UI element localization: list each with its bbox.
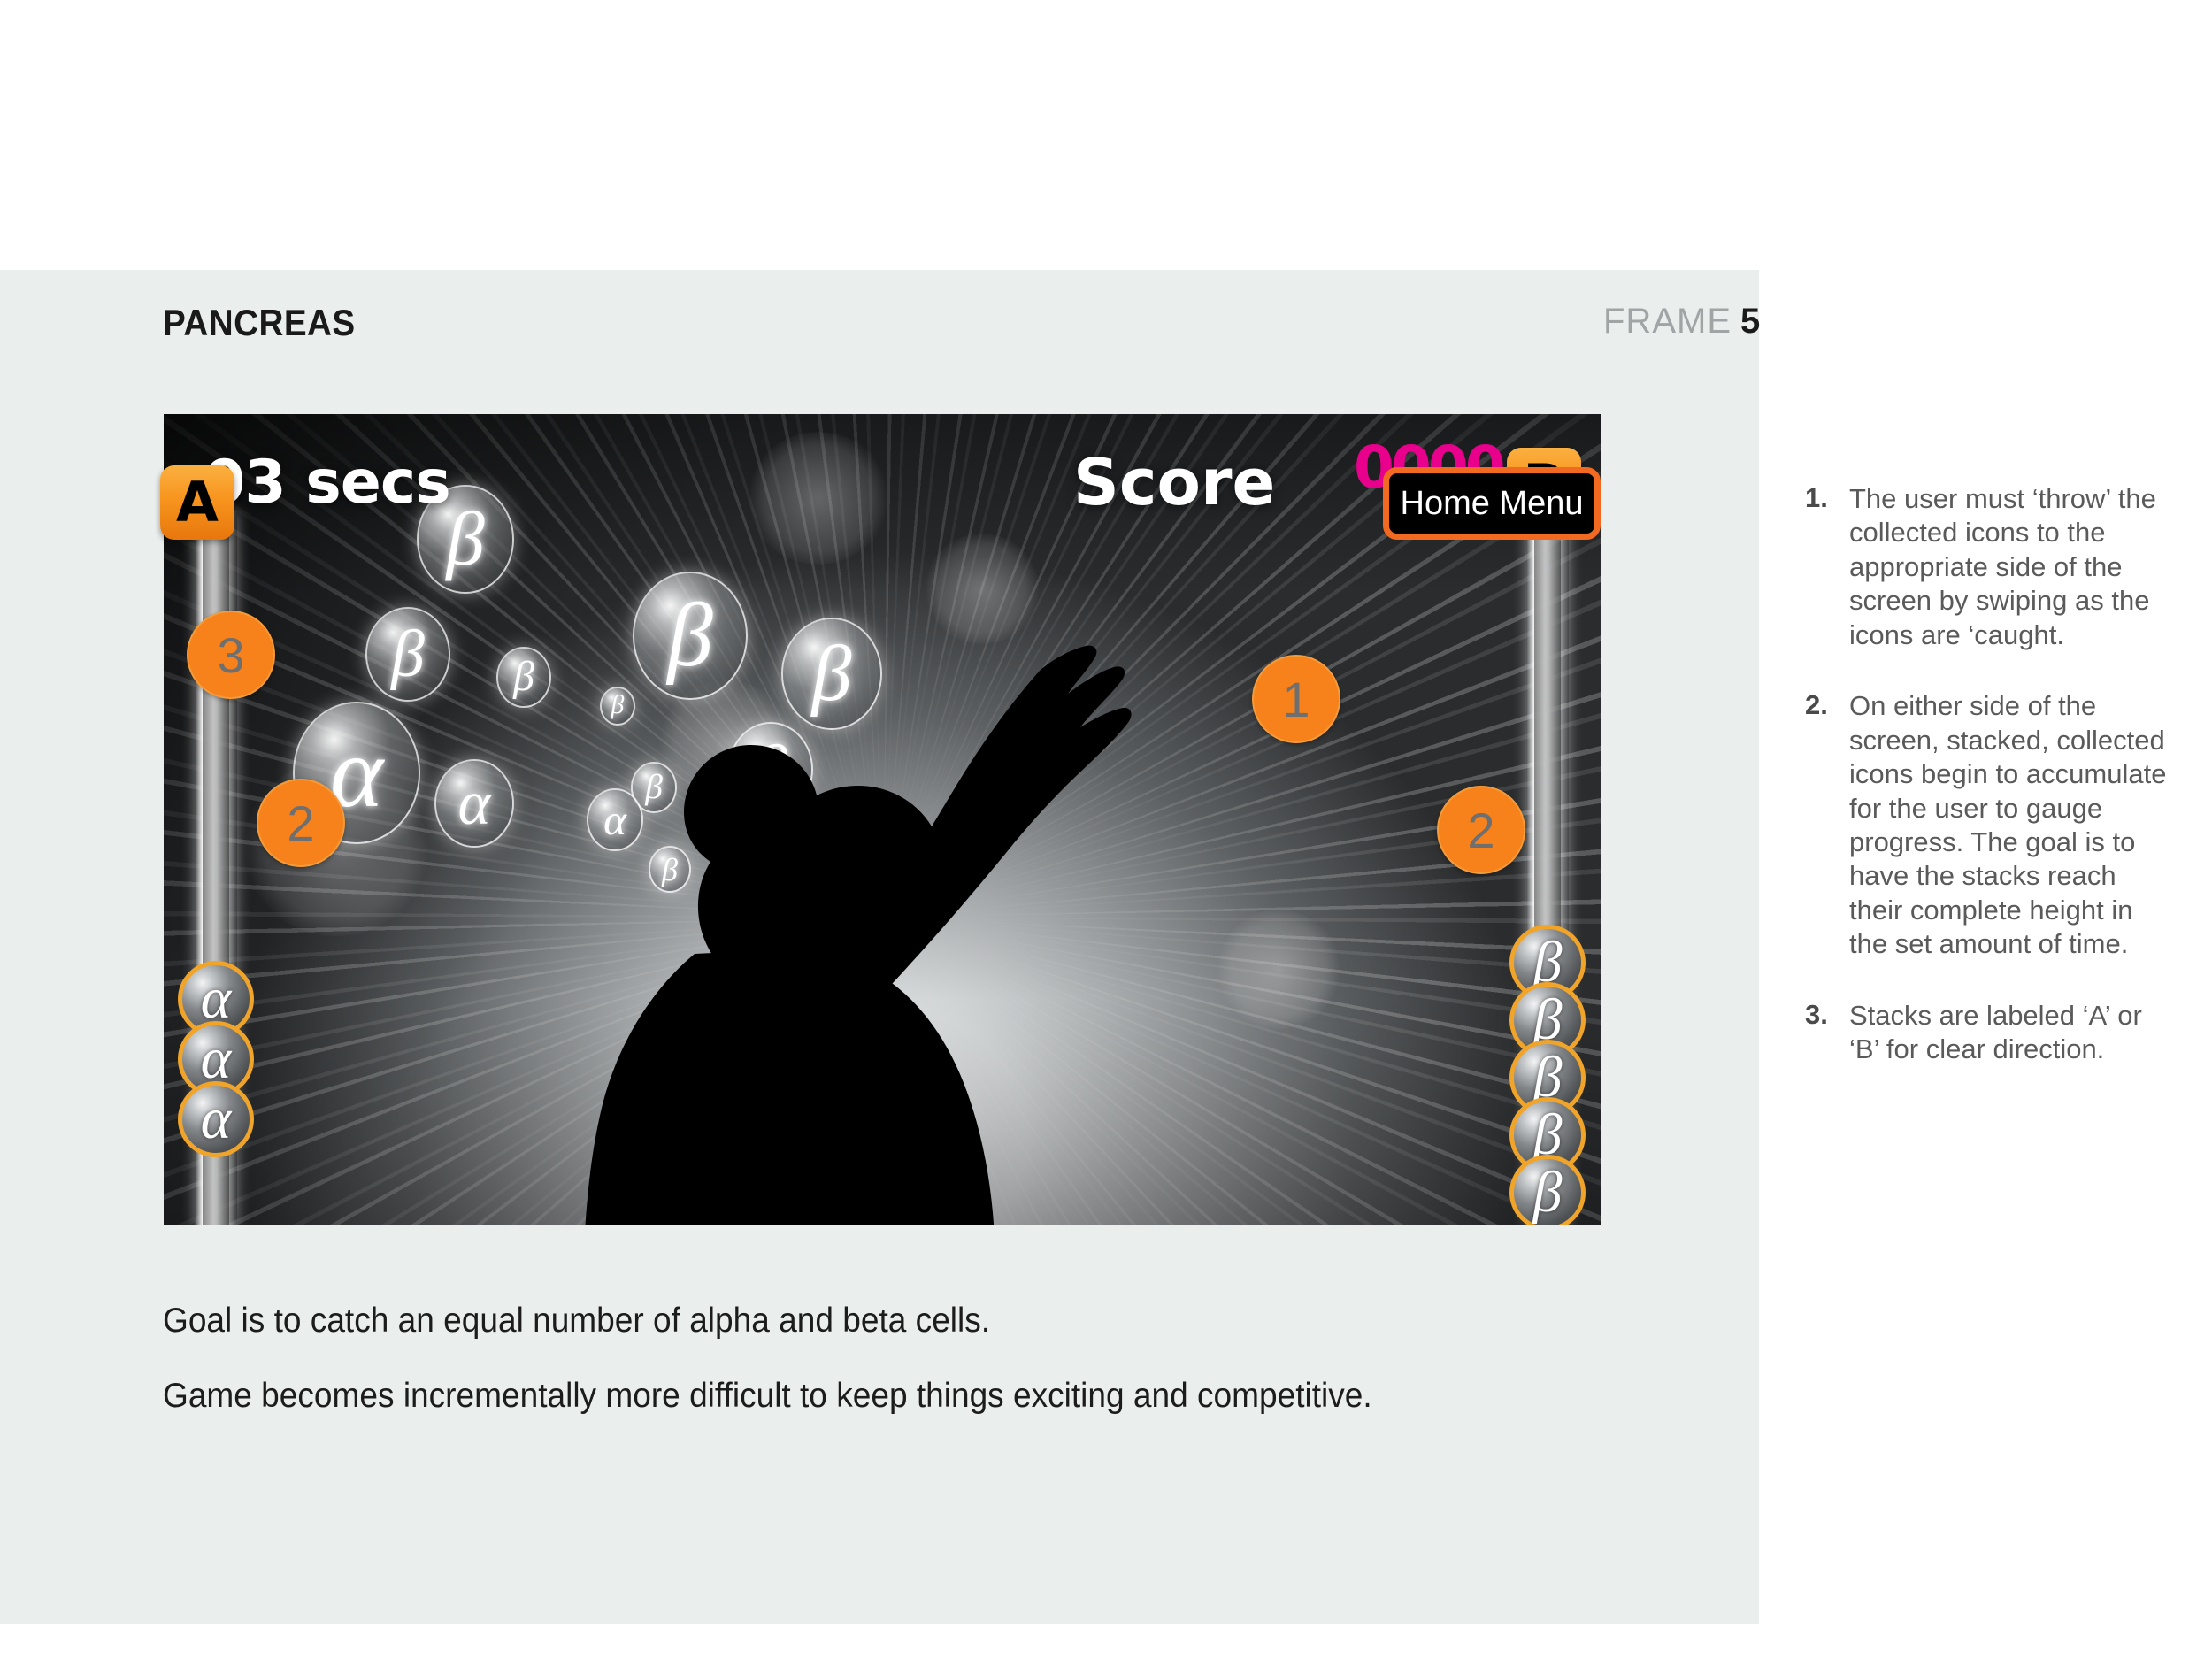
annotation-text: The user must ‘throw’ the collected icon… xyxy=(1849,483,2156,650)
annotation-item: 3. Stacks are labeled ‘A’ or ‘B’ for clea… xyxy=(1805,999,2177,1067)
bokeh-light xyxy=(925,534,1040,644)
stack-label-a-text: A xyxy=(176,470,219,534)
frame-indicator: FRAME 5 xyxy=(1603,302,1761,342)
callout-marker-3-2: 3 xyxy=(187,611,275,699)
home-menu-callout-label: Home Menu xyxy=(1400,484,1584,522)
field-cell-beta[interactable]: β xyxy=(650,848,689,892)
field-cell-beta[interactable]: β xyxy=(634,573,746,699)
frame-label: FRAME xyxy=(1603,302,1732,341)
annotation-text: On either side of the screen, stacked, c… xyxy=(1849,690,2167,960)
game-background: βββααβββββββα 03 secs 0000 Score Home αα… xyxy=(164,414,1601,1225)
field-cell-beta[interactable]: β xyxy=(783,619,880,729)
caption-line-1: Goal is to catch an equal number of alph… xyxy=(163,1302,991,1340)
stack-b-cell: β xyxy=(1509,1155,1586,1225)
field-cell-alpha[interactable]: α xyxy=(436,761,512,847)
callout-marker-2-1: 2 xyxy=(1437,786,1525,874)
field-cell-beta[interactable]: β xyxy=(633,764,675,811)
frame-number: 5 xyxy=(1740,302,1761,341)
annotation-number: 3. xyxy=(1805,998,1828,1030)
field-cell-alpha[interactable]: α xyxy=(588,790,641,850)
page-title: PANCREAS xyxy=(163,302,356,343)
bokeh-light xyxy=(1217,910,1340,1029)
stack-a-cell: α xyxy=(178,1081,254,1157)
game-screenshot: βββααβββββββα 03 secs 0000 Score Home αα… xyxy=(160,414,1601,1225)
annotation-item: 2. On either side of the screen, stacked,… xyxy=(1805,689,2177,962)
annotation-number: 1. xyxy=(1805,482,1828,513)
caption-line-2: Game becomes incrementally more difficul… xyxy=(163,1377,1372,1415)
timer-display: 03 secs xyxy=(204,448,451,518)
score-label: Score xyxy=(1073,445,1276,519)
callout-marker-1-0: 1 xyxy=(1252,655,1340,743)
field-cell-beta[interactable]: β xyxy=(498,649,549,706)
field-cell-beta[interactable]: β xyxy=(367,609,449,701)
field-cell-beta[interactable]: β xyxy=(774,821,859,917)
annotation-list: 1. The user must ‘throw’ the collected ic… xyxy=(1805,482,2177,1104)
home-menu-callout[interactable]: Home Menu xyxy=(1383,467,1601,540)
field-cell-beta[interactable]: β xyxy=(730,724,811,816)
annotation-text: Stacks are labeled ‘A’ or ‘B’ for clear … xyxy=(1849,999,2142,1065)
stack-label-a: A xyxy=(160,465,234,540)
bokeh-light xyxy=(748,432,889,565)
annotation-number: 2. xyxy=(1805,689,1828,721)
annotation-item: 1. The user must ‘throw’ the collected ic… xyxy=(1805,482,2177,652)
callout-marker-2-3: 2 xyxy=(257,779,345,867)
field-cell-beta[interactable]: β xyxy=(602,688,634,725)
